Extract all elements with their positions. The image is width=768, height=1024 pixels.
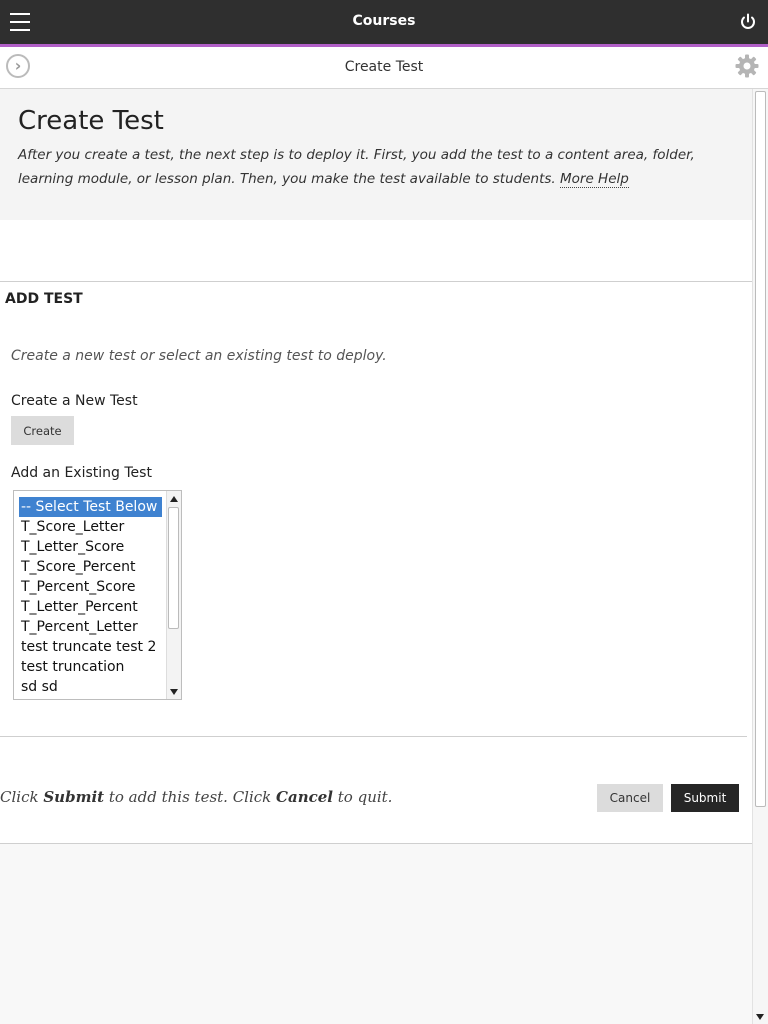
power-icon[interactable]: [738, 12, 758, 32]
submit-text-emphasis: Submit: [43, 788, 105, 806]
listbox-option[interactable]: test truncation: [19, 657, 162, 677]
more-help-link[interactable]: More Help: [559, 171, 629, 188]
divider: [0, 736, 747, 737]
listbox-option[interactable]: T_Score_Percent: [19, 557, 162, 577]
listbox-option[interactable]: test truncate test 2: [19, 637, 162, 657]
submit-button[interactable]: Submit: [671, 784, 739, 812]
cancel-button[interactable]: Cancel: [597, 784, 663, 812]
listbox-scrollbar[interactable]: [166, 491, 181, 699]
gear-icon[interactable]: [734, 53, 760, 79]
listbox-option[interactable]: T_Letter_Score: [19, 537, 162, 557]
divider: [0, 281, 752, 282]
page-header: Create Test After you create a test, the…: [0, 89, 752, 220]
top-bar: Courses: [0, 0, 768, 47]
submit-instructions: Click Submit to add this test. Click Can…: [0, 788, 392, 806]
sub-header: › Create Test: [0, 47, 768, 89]
page-scrollbar-thumb[interactable]: [755, 91, 766, 807]
listbox-option[interactable]: sd sd: [19, 677, 162, 697]
existing-test-label: Add an Existing Test: [11, 465, 152, 481]
section-title: ADD TEST: [5, 291, 83, 307]
scroll-down-arrow-icon[interactable]: [756, 1014, 764, 1020]
submit-text-part: Click: [0, 788, 44, 806]
page-scrollbar[interactable]: [752, 89, 768, 1024]
section-hint: Create a new test or select an existing …: [11, 348, 387, 364]
listbox-option[interactable]: T_Letter_Percent: [19, 597, 162, 617]
listbox-options: -- Select Test Below -- T_Score_Letter T…: [19, 497, 162, 697]
scroll-up-arrow-icon[interactable]: [170, 496, 178, 502]
scrollbar-thumb[interactable]: [168, 507, 179, 629]
page-instructions: After you create a test, the next step i…: [18, 143, 738, 191]
listbox-option[interactable]: T_Percent_Letter: [19, 617, 162, 637]
divider: [0, 843, 752, 844]
page-title: Create Test: [18, 106, 164, 136]
create-new-test-label: Create a New Test: [11, 393, 138, 409]
submit-text-part: to quit.: [333, 788, 393, 806]
submit-text-part: to add this test. Click: [104, 788, 277, 806]
listbox-option[interactable]: T_Score_Letter: [19, 517, 162, 537]
create-button[interactable]: Create: [11, 416, 74, 445]
cancel-text-emphasis: Cancel: [276, 788, 333, 806]
existing-test-listbox[interactable]: -- Select Test Below -- T_Score_Letter T…: [13, 490, 182, 700]
listbox-option[interactable]: T_Percent_Score: [19, 577, 162, 597]
scroll-down-arrow-icon[interactable]: [170, 689, 178, 695]
page-title-bar: Create Test: [344, 59, 424, 75]
add-test-form: ADD TEST Create a new test or select an …: [0, 220, 752, 844]
listbox-option[interactable]: -- Select Test Below --: [19, 497, 162, 517]
app-title: Courses: [352, 13, 416, 29]
